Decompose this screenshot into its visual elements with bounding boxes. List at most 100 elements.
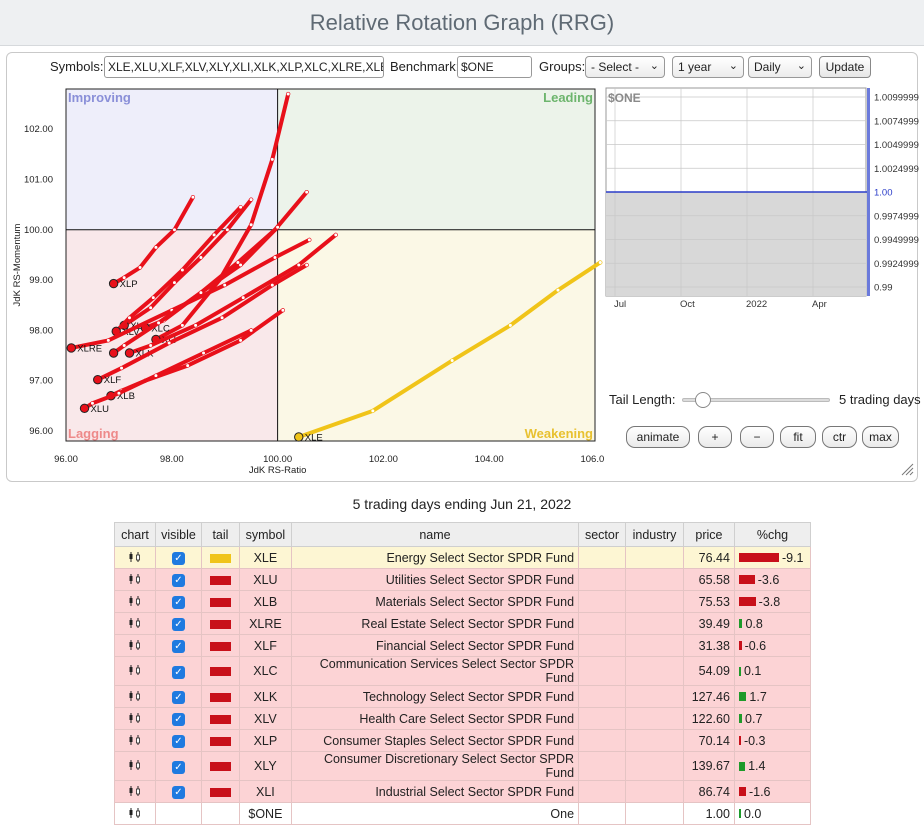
period-select-value: 1 year [678, 60, 712, 74]
table-row[interactable]: ✓ XLV Health Care Select Sector SPDR Fund 1… [114, 707, 812, 730]
tail-cell[interactable] [200, 546, 240, 569]
table-row[interactable]: ✓ XLK Technology Select Sector SPDR Fund 12… [114, 685, 812, 708]
table-row[interactable]: ✓ XLE Energy Select Sector SPDR Fund 76.44 -… [114, 546, 812, 569]
zoom-out-button[interactable]: − [740, 426, 774, 448]
center-button[interactable]: ctr [822, 426, 857, 448]
tail-length-slider-handle[interactable] [694, 392, 711, 408]
chart-cell[interactable] [114, 568, 156, 591]
symbol-cell[interactable]: XLF [238, 634, 292, 657]
chart-cell[interactable] [114, 656, 156, 686]
mini-scrollbar[interactable] [867, 88, 870, 296]
visible-checkbox[interactable]: ✓ [154, 729, 202, 752]
visible-checkbox[interactable]: ✓ [154, 751, 202, 781]
table-row[interactable]: ✓ XLI Industrial Select Sector SPDR Fund 86… [114, 780, 812, 803]
chart-cell[interactable] [114, 802, 156, 825]
col-price[interactable]: price [682, 522, 735, 547]
tail-cell[interactable] [200, 590, 240, 613]
tail-cell[interactable] [200, 780, 240, 803]
head-point-XLE[interactable] [294, 432, 304, 442]
resize-handle-icon[interactable] [900, 462, 914, 476]
chart-cell[interactable] [114, 751, 156, 781]
update-button[interactable]: Update [819, 56, 871, 78]
chart-cell[interactable] [114, 780, 156, 803]
candlestick-icon [129, 639, 140, 650]
visible-checkbox[interactable]: ✓ [154, 707, 202, 730]
col-pct-change[interactable]: %chg [733, 522, 812, 547]
head-point-XLK[interactable] [124, 348, 135, 358]
visible-checkbox[interactable]: ✓ [154, 780, 202, 803]
pct-change-value: -0.6 [744, 638, 767, 653]
tail-cell[interactable] [200, 656, 240, 686]
visible-checkbox[interactable]: ✓ [154, 656, 202, 686]
table-row[interactable]: ✓ XLC Communication Services Select Sector… [114, 656, 812, 686]
symbol-cell[interactable]: XLRE [238, 612, 292, 635]
symbol-cell[interactable]: XLY [238, 751, 292, 781]
rrg-chart[interactable]: Improving Leading Lagging Weakening XLE XLP X… [0, 80, 604, 480]
symbol-cell[interactable]: XLI [238, 780, 292, 803]
tail-cell[interactable] [200, 729, 240, 752]
symbols-input[interactable]: XLE,XLU,XLF,XLV,XLY,XLI,XLK,XLP,XLC,XLRE… [104, 56, 384, 78]
symbol-cell[interactable]: XLU [238, 568, 292, 591]
chart-cell[interactable] [114, 590, 156, 613]
table-row[interactable]: ✓ XLB Materials Select Sector SPDR Fund 75.… [114, 590, 812, 613]
visible-checkbox[interactable]: ✓ [154, 590, 202, 613]
head-point-XLC2[interactable] [108, 348, 119, 358]
head-point-XLRE[interactable] [66, 343, 76, 353]
symbol-cell[interactable]: XLP [238, 729, 292, 752]
visible-checkbox[interactable]: ✓ [154, 568, 202, 591]
y-tick-label: 101.00 [24, 175, 53, 186]
tail-cell[interactable] [200, 707, 240, 730]
col-visible[interactable]: visible [154, 522, 202, 547]
price-cell: 65.58 [682, 568, 735, 591]
symbol-cell[interactable]: XLC [238, 656, 292, 686]
col-industry[interactable]: industry [625, 522, 684, 547]
visible-checkbox[interactable]: ✓ [154, 546, 202, 569]
fit-button[interactable]: fit [780, 426, 816, 448]
symbol-cell[interactable]: XLV [238, 707, 292, 730]
animate-button[interactable]: animate [626, 426, 690, 448]
visible-checkbox[interactable]: ✓ [154, 612, 202, 635]
table-row[interactable]: ✓ XLY Consumer Discretionary Select Sector… [114, 751, 812, 781]
benchmark-input[interactable]: $ONE [457, 56, 532, 78]
symbol-cell[interactable]: $ONE [238, 802, 292, 825]
chart-cell[interactable] [114, 685, 156, 708]
symbol-cell[interactable]: XLK [238, 685, 292, 708]
symbol-cell[interactable]: XLE [238, 546, 292, 569]
frequency-select[interactable]: Daily ⌄ [748, 56, 812, 78]
table-row[interactable]: ✓ XLP Consumer Staples Select Sector SPDR … [114, 729, 812, 752]
table-row[interactable]: ✓ XLF Financial Select Sector SPDR Fund 31.… [114, 634, 812, 657]
chart-cell[interactable] [114, 634, 156, 657]
period-select[interactable]: 1 year ⌄ [672, 56, 744, 78]
tail-cell[interactable] [200, 634, 240, 657]
chart-cell[interactable] [114, 729, 156, 752]
table-row[interactable]: ✓ XLU Utilities Select Sector SPDR Fund 65.… [114, 568, 812, 591]
head-point-XLU[interactable] [79, 403, 90, 414]
col-name[interactable]: name [290, 522, 580, 547]
col-tail[interactable]: tail [200, 522, 240, 547]
tail-length-slider[interactable] [682, 392, 830, 408]
tail-cell[interactable] [200, 568, 240, 591]
tail-point [198, 255, 203, 260]
head-point-XLF[interactable] [93, 374, 103, 385]
symbol-cell[interactable]: XLB [238, 590, 292, 613]
chart-cell[interactable] [114, 546, 156, 569]
tail-cell[interactable] [200, 685, 240, 708]
chart-cell[interactable] [114, 707, 156, 730]
visible-checkbox[interactable] [154, 802, 202, 825]
max-button[interactable]: max [862, 426, 899, 448]
zoom-in-button[interactable]: + [698, 426, 732, 448]
tail-swatch [209, 787, 231, 797]
visible-checkbox[interactable]: ✓ [154, 685, 202, 708]
col-symbol[interactable]: symbol [238, 522, 292, 547]
col-sector[interactable]: sector [578, 522, 626, 547]
tail-cell[interactable] [200, 612, 240, 635]
chart-cell[interactable] [114, 612, 156, 635]
tail-cell[interactable] [200, 751, 240, 781]
col-chart[interactable]: chart [114, 522, 156, 547]
tail-cell[interactable] [200, 802, 240, 825]
groups-select[interactable]: - Select - ⌄ [585, 56, 665, 78]
table-row[interactable]: ✓ XLRE Real Estate Select Sector SPDR Fund… [114, 612, 812, 635]
visible-checkbox[interactable]: ✓ [154, 634, 202, 657]
head-point-XLP[interactable] [108, 278, 119, 289]
table-row[interactable]: $ONE One 1.00 0.0 [114, 802, 812, 825]
